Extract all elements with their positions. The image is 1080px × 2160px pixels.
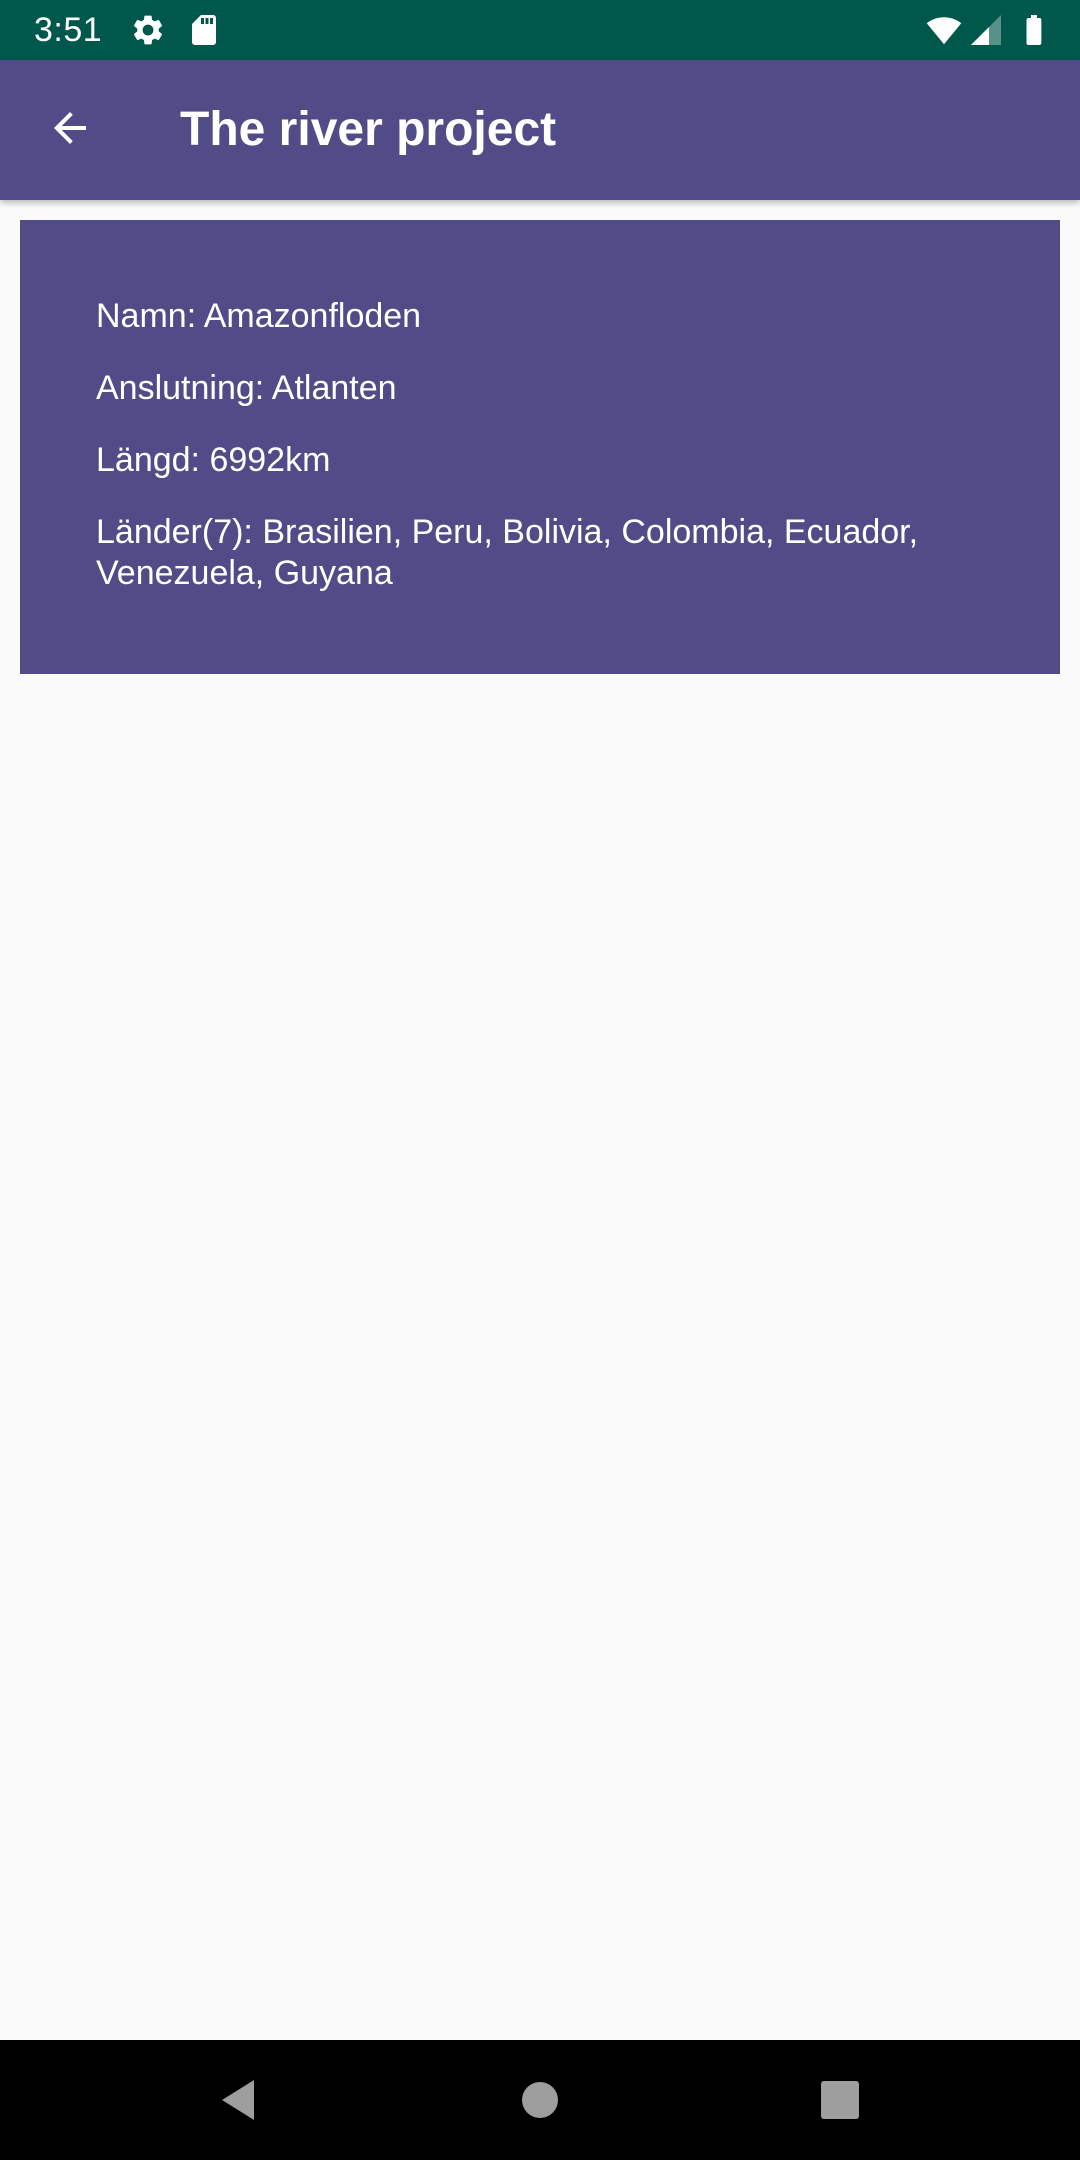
back-button[interactable]	[34, 92, 106, 164]
screen: 3:51 The river project Namn: Amazonflode…	[0, 0, 1080, 2160]
page-title: The river project	[180, 103, 557, 156]
nav-home-button[interactable]	[510, 2070, 570, 2130]
navigation-bar	[0, 2040, 1080, 2160]
status-time: 3:51	[34, 11, 103, 49]
arrow-back-icon	[54, 112, 86, 144]
river-connection: Anslutning: Atlanten	[96, 369, 397, 407]
battery-icon	[1026, 15, 1042, 45]
settings-icon	[133, 15, 163, 45]
nav-back-icon	[222, 2080, 254, 2120]
app-bar: The river project	[0, 60, 1080, 200]
nav-back-button[interactable]	[208, 2070, 268, 2130]
nav-home-icon	[522, 2082, 558, 2118]
sd-card-icon	[192, 15, 216, 45]
nav-recents-button[interactable]	[810, 2070, 870, 2130]
wifi-icon	[926, 17, 962, 45]
river-length: Längd: 6992km	[96, 441, 331, 479]
nav-recents-icon	[821, 2081, 859, 2119]
status-bar: 3:51	[0, 0, 1080, 60]
river-name: Namn: Amazonfloden	[96, 297, 422, 335]
river-countries: Länder(7): Brasilien, Peru, Bolivia, Col…	[96, 513, 919, 592]
river-info-card: Namn: Amazonfloden Anslutning: Atlanten …	[20, 220, 1060, 674]
cell-signal-icon	[971, 15, 1001, 45]
